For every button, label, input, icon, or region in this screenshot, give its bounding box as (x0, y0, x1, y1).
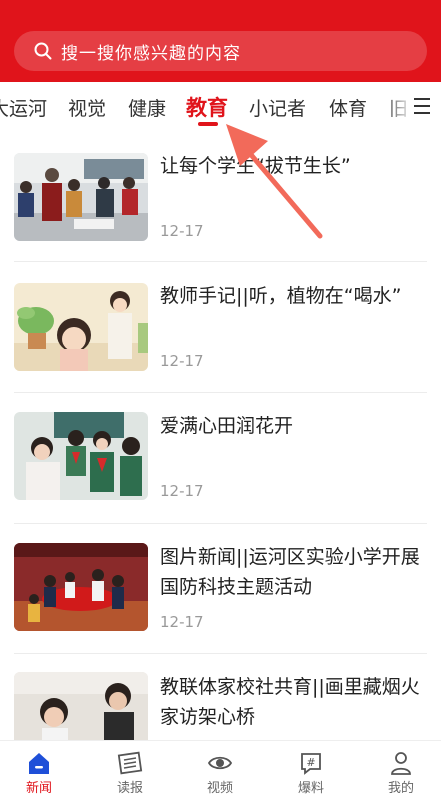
article-thumbnail (14, 412, 148, 500)
tab-dayunhe[interactable]: 大运河 (0, 94, 47, 121)
menu-icon[interactable] (412, 97, 432, 115)
article-title: 图片新闻||运河区实验小学开展国防科技主题活动 (160, 546, 420, 598)
divider (14, 392, 427, 393)
article-date: 12-17 (160, 222, 204, 240)
article-thumbnail (14, 283, 148, 371)
tab-tiyu[interactable]: 体育 (329, 94, 367, 121)
article-date: 12-17 (160, 613, 204, 631)
list-item[interactable]: 爱满心田润花开 12-17 (0, 394, 441, 524)
article-date: 12-17 (160, 352, 204, 370)
newspaper-icon (117, 751, 143, 775)
eye-icon (207, 756, 233, 770)
tab-xiaojizhe[interactable]: 小记者 (249, 94, 306, 121)
article-title: 教联体家校社共育||画里藏烟火 家访架心桥 (160, 676, 420, 728)
tab-jiankang[interactable]: 健康 (128, 94, 166, 121)
tabbar-label: 我的 (387, 781, 414, 796)
header-bar: 搜一搜你感兴趣的内容 (0, 0, 441, 82)
article-date: 12-17 (160, 482, 204, 500)
search-bar[interactable]: 搜一搜你感兴趣的内容 (14, 31, 427, 71)
list-item[interactable]: 图片新闻||运河区实验小学开展国防科技主题活动 12-17 (0, 525, 441, 655)
article-title: 教师手记||听，植物在“喝水” (160, 285, 402, 307)
article-title: 让每个学生“拔节生长” (160, 155, 351, 177)
tabs-fade (381, 82, 441, 132)
user-icon (391, 752, 411, 775)
home-icon (29, 753, 49, 774)
tabbar-label: 视频 (206, 781, 233, 796)
divider (14, 523, 427, 524)
search-placeholder: 搜一搜你感兴趣的内容 (61, 43, 241, 64)
bottom-tab-bar: 新闻 读报 视频 # 爆料 我的 (0, 740, 441, 796)
list-item[interactable]: 让每个学生“拔节生长” 12-17 (0, 134, 441, 264)
article-title: 爱满心田润花开 (160, 415, 294, 437)
divider (14, 261, 427, 262)
tab-jiaoyu[interactable]: 教育 (186, 92, 228, 122)
tab-shijue[interactable]: 视觉 (68, 94, 106, 121)
divider (14, 653, 427, 654)
article-thumbnail (14, 543, 148, 631)
tabbar-tipoff[interactable]: # 爆料 (281, 741, 341, 796)
active-tab-indicator (198, 122, 218, 126)
tabbar-label: 新闻 (25, 781, 52, 796)
article-thumbnail (14, 672, 148, 740)
search-icon (34, 42, 52, 60)
tabbar-profile[interactable]: 我的 (371, 741, 431, 796)
category-tabs: 大运河 视觉 健康 教育 小记者 体育 旧 (0, 82, 441, 134)
tabbar-news[interactable]: 新闻 (9, 741, 69, 796)
hashtag-chat-icon: # (301, 753, 321, 775)
svg-text:#: # (306, 756, 315, 769)
tabbar-newspaper[interactable]: 读报 (100, 741, 160, 796)
tabbar-video[interactable]: 视频 (190, 741, 250, 796)
tabbar-label: 读报 (116, 781, 143, 796)
article-thumbnail (14, 153, 148, 241)
tabbar-label: 爆料 (297, 781, 324, 796)
list-item[interactable]: 教师手记||听，植物在“喝水” 12-17 (0, 264, 441, 394)
